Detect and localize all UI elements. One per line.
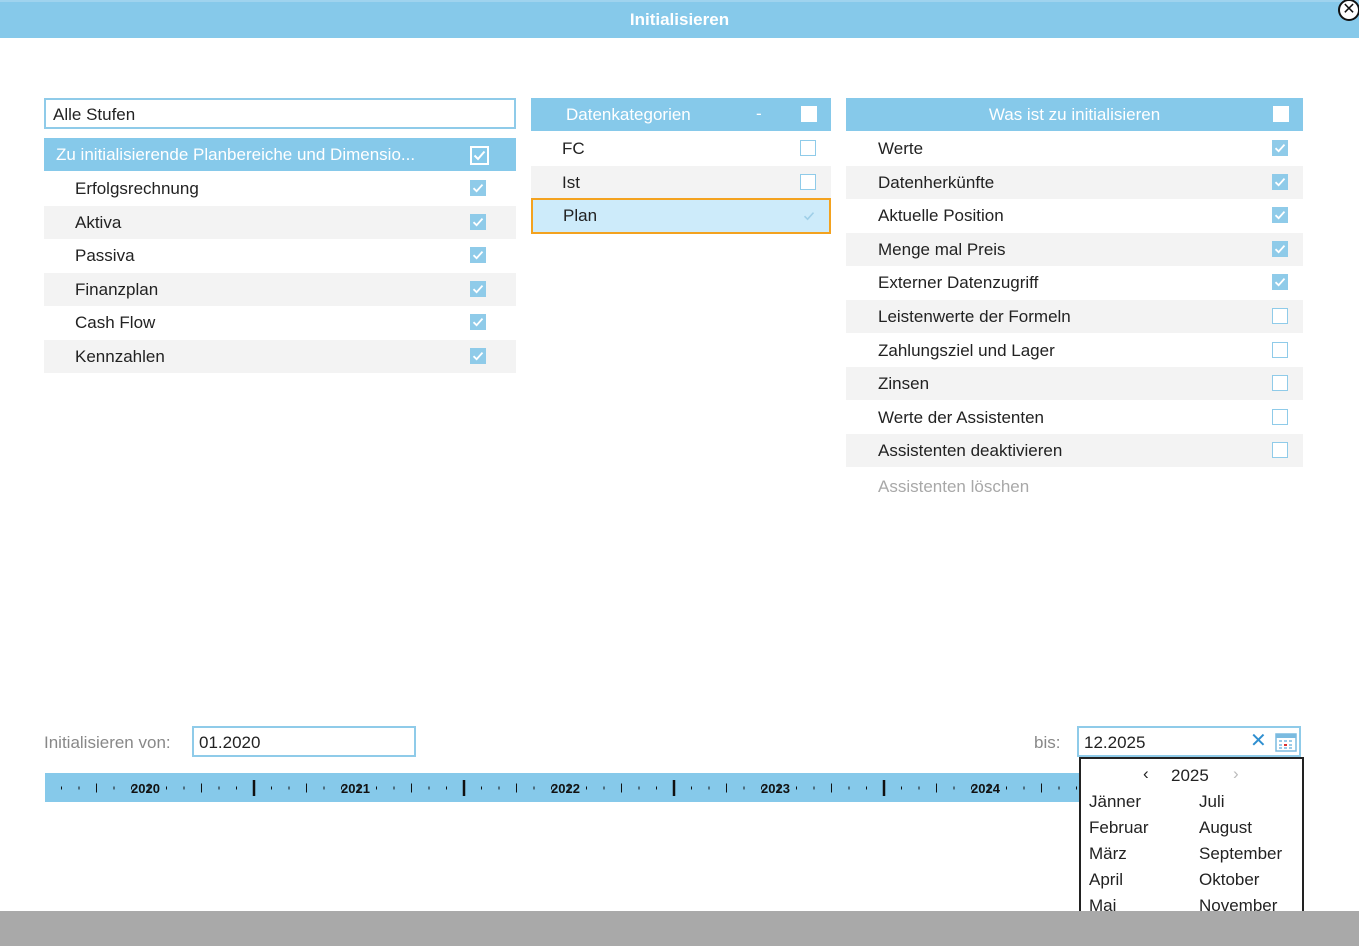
initialize-option[interactable]: Werte	[846, 132, 1303, 165]
initialize-option-checkbox[interactable]	[1272, 408, 1288, 425]
initialize-option[interactable]: Datenherkünfte	[846, 165, 1303, 199]
datenkategorie-item[interactable]: Ist	[531, 165, 831, 199]
initialize-option-checkbox[interactable]	[1272, 240, 1288, 257]
timeline-year-label: 2022	[551, 781, 580, 796]
month-option[interactable]: September	[1191, 841, 1301, 867]
planbereich-item[interactable]: Finanzplan	[44, 272, 516, 306]
planbereich-item-checkbox[interactable]	[470, 348, 486, 364]
datenkategorie-item-checkbox[interactable]	[801, 208, 817, 224]
timeline-year-label: 2020	[131, 781, 160, 796]
initialize-option-label: Zahlungsziel und Lager	[878, 340, 1055, 360]
datenkategorien-select-all-checkbox[interactable]	[801, 106, 817, 122]
chevron-left-icon[interactable]: ‹	[1143, 764, 1149, 784]
month-option[interactable]: Juli	[1191, 789, 1301, 815]
planbereich-item-checkbox[interactable]	[470, 180, 486, 196]
initialize-option[interactable]: Zahlungsziel und Lager	[846, 334, 1303, 367]
planbereich-item-label: Finanzplan	[75, 279, 159, 299]
initialize-option[interactable]: Menge mal Preis	[846, 232, 1303, 266]
planbereich-item-label: Cash Flow	[75, 313, 156, 333]
month-option[interactable]: Oktober	[1191, 867, 1301, 893]
initialize-option-label: Werte	[878, 139, 924, 158]
month-option[interactable]: April	[1081, 867, 1197, 893]
timeline-year-label: 2024	[971, 781, 1001, 796]
initialize-option-checkbox[interactable]	[1272, 207, 1288, 224]
planbereich-item[interactable]: Passiva	[44, 239, 516, 272]
initialize-option-checkbox[interactable]	[1272, 341, 1288, 358]
initialize-option[interactable]: Assistenten deaktivieren	[846, 434, 1303, 468]
window-title: Initialisieren	[629, 10, 730, 29]
planbereich-item[interactable]: Aktiva	[44, 205, 516, 239]
month-option[interactable]: Februar	[1081, 815, 1197, 841]
datenkategorie-item-checkbox[interactable]	[800, 140, 816, 156]
planbereich-item[interactable]: Cash Flow	[44, 306, 516, 339]
initialize-option[interactable]: Aktuelle Position	[846, 199, 1303, 232]
to-date-input[interactable]: 12.2025	[1077, 726, 1301, 757]
planbereiche-header-label: Zu initialisierende Planbereiche und Dim…	[56, 145, 416, 164]
month-option[interactable]: Jänner	[1081, 789, 1197, 815]
planbereich-item[interactable]: Erfolgsrechnung	[44, 172, 516, 205]
datenkategorie-item-label: Plan	[563, 206, 598, 225]
initialize-option[interactable]: Externer Datenzugriff	[846, 266, 1303, 299]
initialize-option-checkbox[interactable]	[1272, 308, 1288, 324]
planbereich-item-label: Passiva	[75, 246, 135, 266]
datenkategorien-header[interactable]: Datenkategorien -	[531, 98, 831, 131]
collapse-dash[interactable]: -	[756, 104, 762, 124]
timeline-year-label: 2021	[341, 781, 370, 796]
planbereich-item-checkbox[interactable]	[470, 280, 486, 297]
timeline-year-label: 2023	[761, 781, 790, 796]
planbereiche-header[interactable]: Zu initialisierende Planbereiche und Dim…	[44, 138, 516, 171]
picker-year: 2025	[1171, 766, 1209, 785]
month-option[interactable]: März	[1081, 841, 1197, 867]
calendar-icon[interactable]	[1275, 731, 1297, 752]
footer-bar	[0, 911, 1359, 946]
datenkategorie-item-selected[interactable]: Plan	[531, 198, 831, 234]
close-icon[interactable]: ✕	[1338, 0, 1359, 21]
initialize-option-checkbox[interactable]	[1272, 442, 1288, 459]
initialize-option-checkbox[interactable]	[1272, 140, 1288, 156]
initialize-options-select-all-checkbox[interactable]	[1273, 106, 1289, 122]
initialize-option-checkbox[interactable]	[1272, 375, 1288, 392]
initialize-option-label: Leistenwerte der Formeln	[878, 307, 1071, 326]
initialize-option-label: Werte der Assistenten	[878, 407, 1044, 427]
from-date-input[interactable]: 01.2020	[192, 726, 416, 757]
chevron-right-icon[interactable]: ›	[1233, 764, 1239, 784]
datenkategorie-item[interactable]: FC	[531, 132, 831, 165]
planbereich-item-label: Aktiva	[75, 212, 122, 232]
planbereiche-select-all-checkbox[interactable]	[470, 146, 489, 165]
initialize-options-header[interactable]: Was ist zu initialisieren	[846, 98, 1303, 131]
assistenten-loeschen-option: Assistenten löschen	[878, 477, 1030, 496]
planbereich-item-label: Kennzahlen	[75, 347, 165, 366]
datenkategorie-item-label: FC	[562, 139, 585, 158]
from-label: Initialisieren von:	[44, 733, 171, 752]
month-option[interactable]: August	[1191, 815, 1301, 841]
initialize-option-label: Externer Datenzugriff	[878, 273, 1039, 293]
initialize-option-label: Zinsen	[878, 374, 930, 394]
planbereich-item-label: Erfolgsrechnung	[75, 179, 199, 198]
planbereich-item-checkbox[interactable]	[470, 314, 486, 331]
initialize-option-label: Assistenten deaktivieren	[878, 441, 1063, 461]
initialize-option[interactable]: Leistenwerte der Formeln	[846, 300, 1303, 333]
stage-select[interactable]: Alle Stufen	[44, 98, 516, 129]
planbereich-item-checkbox[interactable]	[470, 247, 486, 264]
planbereich-item-checkbox[interactable]	[470, 213, 486, 230]
title-bar: Initialisieren	[0, 0, 1359, 38]
initialize-option[interactable]: Werte der Assistenten	[846, 401, 1303, 434]
to-label: bis:	[1034, 733, 1061, 752]
initialize-option-checkbox[interactable]	[1272, 173, 1288, 190]
initialize-option[interactable]: Zinsen	[846, 367, 1303, 401]
clear-icon[interactable]: ✕	[1250, 731, 1267, 751]
datenkategorien-header-label: Datenkategorien	[566, 105, 691, 124]
datenkategorie-item-checkbox[interactable]	[800, 173, 816, 190]
timeline-slider[interactable]: 2020 2021 2022 2023 2024	[45, 773, 1085, 802]
initialize-option-checkbox[interactable]	[1272, 274, 1288, 291]
datenkategorie-item-label: Ist	[562, 172, 580, 192]
initialize-option-label: Aktuelle Position	[878, 206, 1004, 226]
initialize-option-label: Menge mal Preis	[878, 239, 1006, 259]
initialize-options-header-label: Was ist zu initialisieren	[988, 105, 1161, 124]
planbereich-item[interactable]: Kennzahlen	[44, 340, 516, 373]
initialize-option-label: Datenherkünfte	[878, 172, 995, 192]
